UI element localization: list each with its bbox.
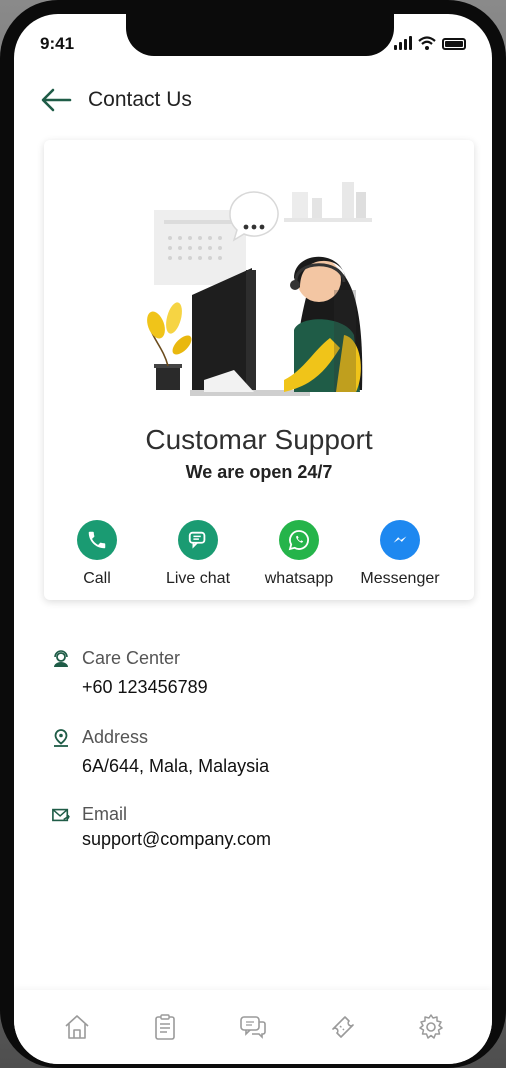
bottom-nav xyxy=(14,990,492,1064)
address-label: Address xyxy=(82,727,149,747)
phone-icon xyxy=(77,520,117,560)
page-title: Contact Us xyxy=(88,88,192,111)
header: Contact Us xyxy=(40,86,192,114)
chat-icon xyxy=(178,520,218,560)
call-label: Call xyxy=(83,570,111,587)
location-pin-icon xyxy=(54,728,68,747)
app-screen: 9:41 Contact Us Customar Support We are … xyxy=(14,14,492,1064)
contact-channels: Call Live chat whatsapp Messenger xyxy=(44,520,474,590)
clipboard-icon[interactable] xyxy=(150,1012,180,1042)
care-center-info: Care Center +60 123456789 xyxy=(52,648,452,698)
phone-frame: 9:41 Contact Us Customar Support We are … xyxy=(0,0,506,1068)
messenger-label: Messenger xyxy=(360,570,440,587)
whatsapp-label: whatsapp xyxy=(264,570,334,587)
support-card: Customar Support We are open 24/7 Call L… xyxy=(44,140,474,600)
whatsapp-icon xyxy=(279,520,319,560)
card-title: Customar Support xyxy=(145,424,373,455)
status-icons xyxy=(394,36,466,50)
care-center-phone[interactable]: +60 123456789 xyxy=(82,677,452,698)
email-value[interactable]: support@company.com xyxy=(82,829,452,850)
messenger-button[interactable]: Messenger xyxy=(350,520,450,588)
gear-icon[interactable] xyxy=(416,1012,446,1042)
envelope-icon xyxy=(52,808,70,821)
whatsapp-button[interactable]: whatsapp xyxy=(249,520,349,588)
wifi-icon xyxy=(418,36,436,50)
notch xyxy=(126,14,394,56)
live-chat-button[interactable]: Live chat xyxy=(148,520,248,588)
battery-icon xyxy=(442,38,466,50)
address-value: 6A/644, Mala, Malaysia xyxy=(82,756,270,776)
ticket-icon[interactable] xyxy=(328,1012,358,1042)
call-button[interactable]: Call xyxy=(47,520,147,588)
signal-icon xyxy=(394,36,412,50)
agent-icon xyxy=(54,649,68,667)
live-chat-label: Live chat xyxy=(165,570,231,587)
email-info: Email support@company.com xyxy=(52,804,452,850)
messenger-icon xyxy=(380,520,420,560)
arrow-left-icon[interactable] xyxy=(40,86,72,114)
status-time: 9:41 xyxy=(40,34,75,53)
card-subtitle: We are open 24/7 xyxy=(185,462,333,482)
home-icon[interactable] xyxy=(62,1012,92,1042)
care-center-label: Care Center xyxy=(82,648,181,668)
support-agent-illustration xyxy=(147,182,372,396)
email-label: Email xyxy=(82,804,128,824)
address-info: Address 6A/644, Mala, Malaysia xyxy=(52,727,452,777)
chat-bubbles-icon[interactable] xyxy=(238,1012,268,1042)
